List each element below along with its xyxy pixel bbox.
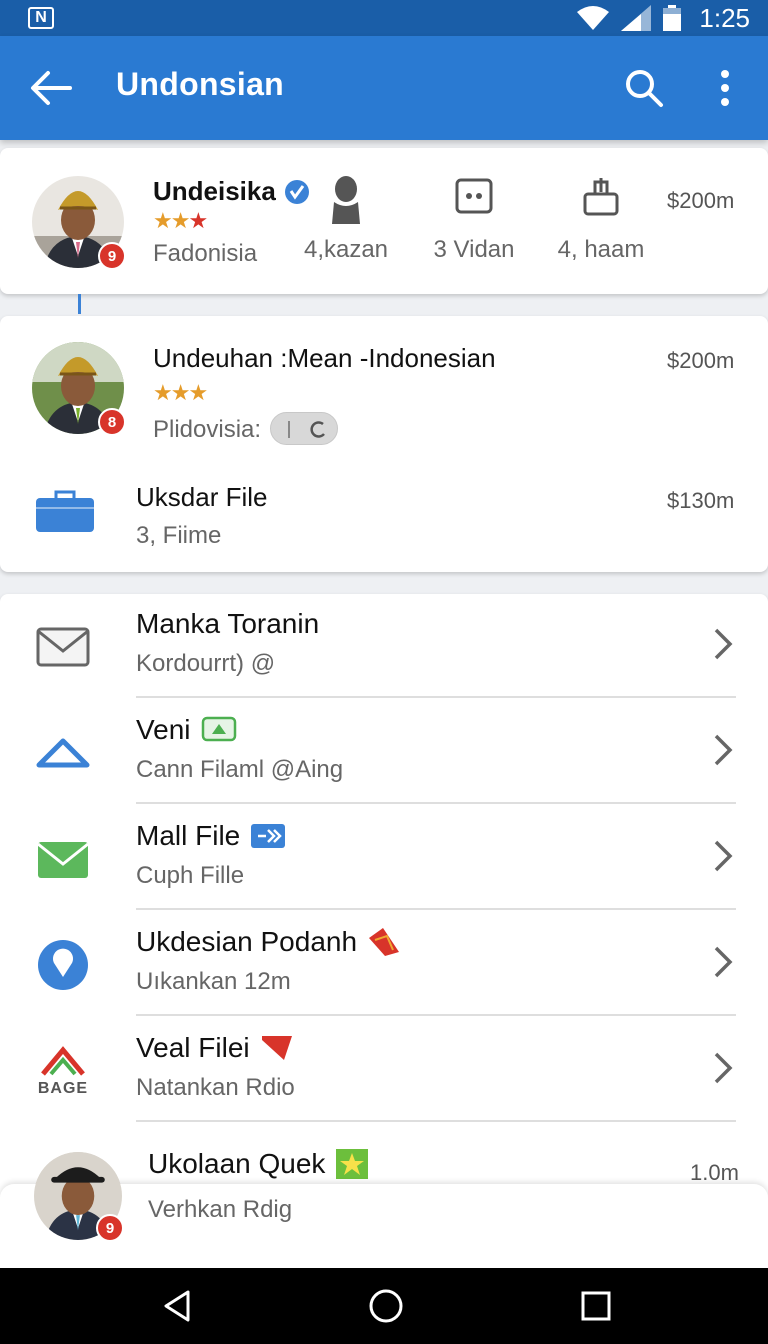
search-icon[interactable] xyxy=(624,68,664,108)
list-item-subtitle: Cann Filaml @Aing xyxy=(136,756,344,783)
list-item-subtitle: Kordourrt) @ xyxy=(136,650,276,677)
system-nav-bar xyxy=(0,1268,768,1344)
chevron-right-icon xyxy=(714,628,733,660)
item-price: $200m xyxy=(667,348,735,373)
list-item[interactable]: Ukdesian Podanh Uıkankan 12m xyxy=(0,912,768,1016)
red-flag-icon xyxy=(369,928,400,956)
bage-logo-icon xyxy=(41,1046,85,1076)
red-envelope-icon xyxy=(261,1036,292,1060)
nfc-icon: N xyxy=(28,7,54,29)
profile-price: $200m xyxy=(667,188,735,213)
divider-accent xyxy=(78,294,81,314)
page-title: Undonsian xyxy=(116,66,285,102)
profile-name-label: Undeisika xyxy=(153,176,276,206)
last-item-subtitle: Verhkan Rdig xyxy=(148,1196,293,1223)
location-pin-icon xyxy=(38,940,88,990)
divider xyxy=(136,802,736,804)
stat-shares[interactable]: 4, haam xyxy=(541,176,661,264)
triangle-icon xyxy=(36,738,90,768)
recycle-tag-icon xyxy=(201,716,236,742)
status-bar: N 1:25 xyxy=(0,0,768,36)
mail-icon xyxy=(36,627,90,667)
chevron-right-icon xyxy=(714,1052,733,1084)
green-mail-icon xyxy=(37,842,89,878)
share-icon xyxy=(583,178,619,216)
refresh-toggle[interactable] xyxy=(270,412,338,445)
chevron-right-icon xyxy=(714,946,733,978)
list-item[interactable]: Mall File Cuph Fille xyxy=(0,806,768,910)
home-nav-icon[interactable] xyxy=(366,1286,406,1326)
avatar: 9 xyxy=(32,176,126,270)
stat-shares-label: 4, haam xyxy=(557,236,645,263)
list-item[interactable]: BAGE Veal Filei Natankan Rdio xyxy=(0,1018,768,1122)
back-arrow-icon[interactable] xyxy=(28,68,72,108)
signal-icon xyxy=(621,5,652,31)
detail-card: 8 Undeuhan :Mean -Indonesian ★★★ Plidovi… xyxy=(0,316,768,572)
list-item-title: Ukolaan Quek xyxy=(148,1148,326,1179)
notification-badge: 9 xyxy=(96,1214,124,1242)
bage-logo-text: BAGE xyxy=(37,1080,89,1097)
wifi-icon xyxy=(577,6,610,30)
file-price: $130m xyxy=(667,488,735,513)
list-item-subtitle: Uıkankan 12m xyxy=(136,968,291,995)
divider xyxy=(136,1120,736,1122)
status-label: Plidovisia: xyxy=(153,416,262,443)
recents-nav-icon[interactable] xyxy=(576,1286,616,1326)
list-item-title: Ukdesian Podanh xyxy=(136,926,358,957)
app-bar: Undonsian xyxy=(0,36,768,140)
briefcase-icon xyxy=(36,490,94,532)
refresh-icon xyxy=(288,421,325,438)
profile-location: Fadonisia xyxy=(153,240,258,267)
divider xyxy=(136,696,736,698)
star-tag-icon xyxy=(336,1149,369,1179)
stat-videos-label: 3 Vidan xyxy=(433,236,515,263)
list-item-title: Manka Toranin xyxy=(136,608,320,639)
battery-icon xyxy=(663,5,682,31)
list-item[interactable]: Veni Cann Filaml @Aing xyxy=(0,700,768,804)
notification-badge: 9 xyxy=(98,242,126,270)
avatar: 8 xyxy=(32,342,126,436)
divider xyxy=(136,908,736,910)
person-icon xyxy=(332,176,360,224)
list-item-title: Veni xyxy=(136,714,191,745)
clock: 1:25 xyxy=(699,2,750,33)
rating-stars: ★★★ xyxy=(153,380,208,405)
rating-stars: ★★★ xyxy=(153,208,208,233)
forward-tag-icon xyxy=(251,824,286,848)
file-subtitle: 3, Fiime xyxy=(136,522,222,549)
list-item-title: Mall File xyxy=(136,820,241,851)
notification-badge: 8 xyxy=(98,408,126,436)
chevron-right-icon xyxy=(714,734,733,766)
stat-videos[interactable]: 3 Vidan xyxy=(414,176,534,264)
stat-followers[interactable]: 4,kazan xyxy=(286,176,406,264)
file-title[interactable]: Uksdar File xyxy=(136,482,267,513)
item-title[interactable]: Undeuhan :Mean -Indonesian xyxy=(153,343,496,374)
video-icon xyxy=(455,178,493,214)
list-item-title: Veal Filei xyxy=(136,1032,250,1063)
divider xyxy=(136,1014,736,1016)
profile-card[interactable]: 9 Undeisika ★★★ Fadonisia 4,kazan 3 Vida… xyxy=(0,148,768,294)
chevron-right-icon xyxy=(714,840,733,872)
list-item[interactable]: Manka Toranin Kordourrt) @ xyxy=(0,594,768,698)
item-price: 1.0m xyxy=(690,1160,739,1185)
back-nav-icon[interactable] xyxy=(158,1286,198,1326)
more-options-icon[interactable] xyxy=(708,66,742,110)
avatar-overlay: 9 xyxy=(34,1152,124,1242)
list-item-subtitle: Cuph Fille xyxy=(136,862,245,889)
stat-followers-label: 4,kazan xyxy=(303,236,389,263)
list-item-subtitle: Natankan Rdio xyxy=(136,1074,295,1101)
file-list-card: Manka Toranin Kordourrt) @ Veni Cann Fil… xyxy=(0,594,768,1268)
